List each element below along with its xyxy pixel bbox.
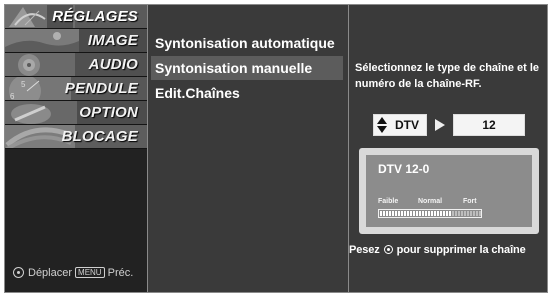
back-label: Préc. bbox=[107, 267, 134, 279]
signal-segment bbox=[386, 211, 388, 216]
up-down-arrows-icon bbox=[377, 117, 387, 133]
channel-number-field[interactable]: 12 bbox=[453, 114, 525, 136]
channel-selector: DTV 12 bbox=[373, 114, 525, 136]
menu-label: AUDIO bbox=[88, 56, 138, 73]
signal-segment bbox=[401, 211, 403, 216]
svg-text:5: 5 bbox=[21, 80, 26, 89]
signal-segment bbox=[404, 211, 406, 216]
signal-segment bbox=[449, 211, 451, 216]
preview-title: DTV 12-0 bbox=[378, 162, 430, 176]
menu-label: PENDULE bbox=[64, 80, 138, 97]
signal-strength-bar bbox=[378, 209, 482, 218]
menu-item-reglages[interactable]: RÉGLAGES bbox=[5, 5, 147, 29]
menu-item-image[interactable]: IMAGE bbox=[5, 29, 147, 53]
signal-segment bbox=[398, 211, 400, 216]
channel-type-value: DTV bbox=[395, 118, 419, 132]
signal-segment bbox=[440, 211, 442, 216]
signal-segment bbox=[443, 211, 445, 216]
signal-segment bbox=[416, 211, 418, 216]
signal-segment bbox=[428, 211, 430, 216]
panel-description: Sélectionnez le type de chaîne et le num… bbox=[355, 62, 540, 90]
signal-segment bbox=[383, 211, 385, 216]
signal-segment bbox=[458, 211, 460, 216]
hint-prefix: Pesez bbox=[349, 244, 380, 256]
move-label: Déplacer bbox=[28, 267, 73, 279]
signal-segment bbox=[467, 211, 469, 216]
menu-item-option[interactable]: OPTION bbox=[5, 101, 147, 125]
signal-segment bbox=[425, 211, 427, 216]
signal-segment bbox=[380, 211, 382, 216]
svg-text:6: 6 bbox=[10, 92, 15, 101]
signal-segment bbox=[473, 211, 475, 216]
signal-segment bbox=[455, 211, 457, 216]
main-menu: RÉGLAGES IMAGE AUDIO 6 5 PENDULE OPTION … bbox=[5, 5, 147, 292]
menu-item-blocage[interactable]: BLOCAGE bbox=[5, 125, 147, 149]
signal-segment bbox=[422, 211, 424, 216]
navigation-hint: Déplacer MENU Préc. bbox=[13, 267, 133, 279]
signal-segment bbox=[419, 211, 421, 216]
level-mid-label: Normal bbox=[418, 198, 443, 205]
signal-segment bbox=[464, 211, 466, 216]
signal-segment bbox=[452, 211, 454, 216]
hint-suffix: pour supprimer la chaîne bbox=[396, 244, 526, 256]
move-pad-icon bbox=[13, 267, 24, 278]
submenu-item-auto-tuning[interactable]: Syntonisation automatique bbox=[151, 31, 343, 55]
right-arrow-icon bbox=[435, 119, 445, 131]
signal-segment bbox=[431, 211, 433, 216]
signal-segment bbox=[437, 211, 439, 216]
signal-segment bbox=[389, 211, 391, 216]
menu-item-pendule[interactable]: 6 5 PENDULE bbox=[5, 77, 147, 101]
ok-button-icon bbox=[383, 245, 393, 254]
signal-segment bbox=[410, 211, 412, 216]
signal-segment bbox=[407, 211, 409, 216]
menu-label: OPTION bbox=[79, 104, 138, 121]
channel-preview: DTV 12-0 Faible Normal Fort bbox=[359, 148, 539, 234]
delete-hint: Pesez pour supprimer la chaîne bbox=[349, 244, 548, 256]
preview-screen: DTV 12-0 Faible Normal Fort bbox=[366, 155, 532, 227]
signal-segment bbox=[413, 211, 415, 216]
level-high-label: Fort bbox=[463, 198, 477, 205]
submenu: Syntonisation automatique Syntonisation … bbox=[147, 5, 347, 292]
menu-label: IMAGE bbox=[87, 32, 138, 49]
signal-segment bbox=[392, 211, 394, 216]
signal-segment bbox=[461, 211, 463, 216]
menu-item-audio[interactable]: AUDIO bbox=[5, 53, 147, 77]
signal-segment bbox=[479, 211, 481, 216]
signal-segment bbox=[470, 211, 472, 216]
channel-type-select[interactable]: DTV bbox=[373, 114, 427, 136]
signal-segment bbox=[476, 211, 478, 216]
signal-segment bbox=[434, 211, 436, 216]
tv-osd-screen: RÉGLAGES IMAGE AUDIO 6 5 PENDULE OPTION … bbox=[4, 4, 548, 293]
info-panel: Sélectionnez le type de chaîne et le num… bbox=[348, 5, 547, 292]
menu-key-icon: MENU bbox=[75, 267, 105, 278]
menu-label: RÉGLAGES bbox=[52, 8, 138, 25]
submenu-item-manual-tuning[interactable]: Syntonisation manuelle bbox=[151, 56, 343, 80]
signal-segment bbox=[395, 211, 397, 216]
submenu-item-edit-channels[interactable]: Edit.Chaînes bbox=[151, 81, 343, 105]
signal-segment bbox=[446, 211, 448, 216]
menu-label: BLOCAGE bbox=[61, 128, 138, 145]
level-low-label: Faible bbox=[378, 198, 399, 205]
